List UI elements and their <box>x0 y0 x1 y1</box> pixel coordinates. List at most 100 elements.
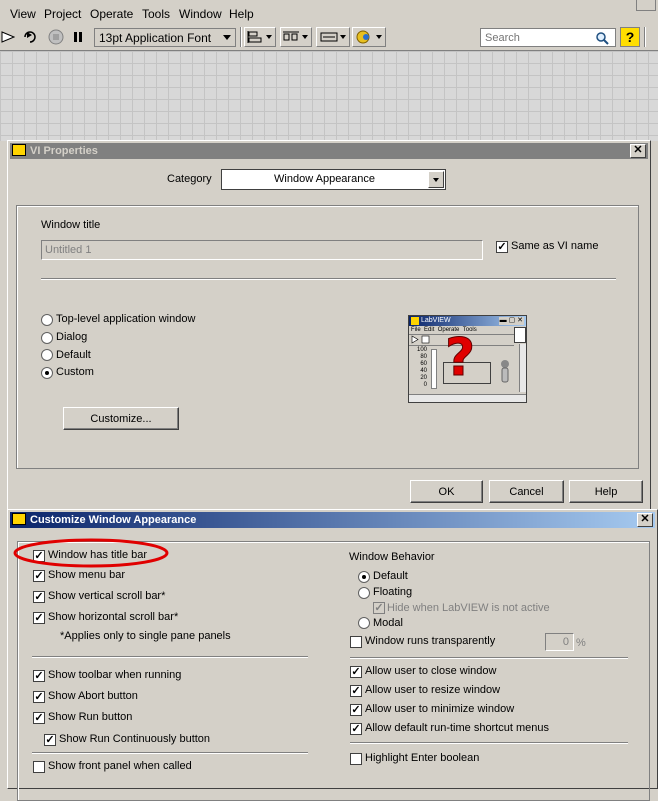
window-behavior-label: Window Behavior <box>349 551 435 563</box>
cancel-button-label: Cancel <box>509 485 544 498</box>
preview-title: LabVIEW <box>421 317 451 324</box>
category-select[interactable]: Window Appearance <box>221 169 446 190</box>
menu-project[interactable]: Project <box>44 7 81 21</box>
menu-help[interactable]: Help <box>229 7 254 21</box>
ok-button[interactable]: OK <box>410 480 483 503</box>
run-continuously-icon[interactable] <box>20 27 42 47</box>
font-select[interactable]: 13pt Application Font <box>94 28 236 47</box>
labview-icon <box>12 513 26 526</box>
single-pane-note: *Applies only to single pane panels <box>60 630 231 642</box>
labview-icon <box>411 317 419 325</box>
transparency-unit: % <box>576 637 586 649</box>
pause-icon[interactable] <box>68 27 88 47</box>
radio-top-level[interactable] <box>41 314 53 326</box>
window-title-label: Window title <box>41 219 101 231</box>
highlight-enter-checkbox[interactable] <box>350 753 362 765</box>
preview-scale: 100 80 60 40 20 0 <box>416 347 427 388</box>
abort-icon[interactable] <box>46 27 66 47</box>
window-title-input[interactable]: Untitled 1 <box>41 240 483 260</box>
transparency-input[interactable]: 0 <box>545 633 574 651</box>
radio-dialog[interactable] <box>41 332 53 344</box>
front-panel-called-label: Show front panel when called <box>48 760 192 772</box>
customize-button[interactable]: Customize... <box>63 407 179 430</box>
help-icon[interactable]: ? <box>620 27 640 47</box>
font-select-value: 13pt Application Font <box>99 31 212 45</box>
horizontal-scroll-checkbox[interactable]: ✓ <box>33 612 45 624</box>
menu-operate[interactable]: Operate <box>90 7 133 21</box>
menu-window[interactable]: Window <box>179 7 222 21</box>
behavior-modal-label: Modal <box>373 617 403 629</box>
menu-bar-checkbox[interactable]: ✓ <box>33 570 45 582</box>
radio-default-label: Default <box>56 349 91 361</box>
toolbar: 13pt Application Font ? <box>0 24 658 51</box>
hide-when-inactive-checkbox[interactable]: ✓ <box>373 602 385 614</box>
radio-custom[interactable] <box>41 367 53 379</box>
radio-dialog-label: Dialog <box>56 331 88 343</box>
menu-bar: View Project Operate Tools Window Help <box>0 0 658 25</box>
radio-custom-label: Custom <box>56 366 94 378</box>
toolbar-running-checkbox[interactable]: ✓ <box>33 670 45 682</box>
vertical-scroll-checkbox[interactable]: ✓ <box>33 591 45 603</box>
question-mark-icon: ? <box>444 328 476 388</box>
shortcut-menus-checkbox[interactable]: ✓ <box>350 723 362 735</box>
menu-view[interactable]: View <box>10 7 36 21</box>
preview-vscrollbar <box>519 344 526 392</box>
resize-objects-icon[interactable] <box>316 27 350 47</box>
behavior-default-label: Default <box>373 570 408 582</box>
window-title-value: Untitled 1 <box>45 244 92 256</box>
behavior-default-radio[interactable] <box>358 571 370 583</box>
vi-properties-titlebar: VI Properties ✕ <box>10 143 648 159</box>
allow-resize-label: Allow user to resize window <box>365 684 501 696</box>
transparent-checkbox[interactable] <box>350 636 362 648</box>
divider <box>32 752 308 754</box>
divider <box>41 278 616 280</box>
close-icon[interactable]: ✕ <box>630 144 646 158</box>
red-highlight-circle <box>13 538 169 568</box>
behavior-floating-radio[interactable] <box>358 587 370 599</box>
category-select-value: Window Appearance <box>274 173 375 185</box>
chevron-down-icon[interactable] <box>428 171 444 188</box>
abort-button-checkbox[interactable]: ✓ <box>33 691 45 703</box>
close-icon[interactable]: ✕ <box>637 513 653 527</box>
same-as-vi-name-label: Same as VI name <box>511 240 599 252</box>
help-button[interactable]: Help <box>569 480 643 503</box>
behavior-modal-radio[interactable] <box>358 617 370 629</box>
highlight-enter-label: Highlight Enter boolean <box>365 752 480 764</box>
allow-minimize-checkbox[interactable]: ✓ <box>350 704 362 716</box>
divider <box>350 742 628 744</box>
vi-properties-title: VI Properties <box>30 145 98 157</box>
divider <box>32 656 308 658</box>
abort-button-label: Show Abort button <box>48 690 138 702</box>
align-objects-icon[interactable] <box>244 27 276 47</box>
cancel-button[interactable]: Cancel <box>489 480 564 503</box>
allow-close-checkbox[interactable]: ✓ <box>350 666 362 678</box>
front-panel-called-checkbox[interactable] <box>33 761 45 773</box>
allow-resize-checkbox[interactable]: ✓ <box>350 685 362 697</box>
run-button-checkbox[interactable]: ✓ <box>33 712 45 724</box>
vertical-scroll-label: Show vertical scroll bar* <box>48 590 166 602</box>
search-icon[interactable] <box>595 31 609 48</box>
reorder-icon[interactable] <box>352 27 386 47</box>
menu-tools[interactable]: Tools <box>142 7 170 21</box>
preview-hscrollbar <box>409 394 526 402</box>
run-continuously-label: Show Run Continuously button <box>59 733 211 745</box>
search-box[interactable] <box>480 28 616 47</box>
window-corner-box <box>636 0 656 11</box>
radio-top-level-label: Top-level application window <box>56 313 196 325</box>
same-as-vi-name-checkbox[interactable]: ✓ <box>496 241 508 253</box>
menu-bar-label: Show menu bar <box>48 569 126 581</box>
chevron-down-icon <box>223 35 231 40</box>
radio-default[interactable] <box>41 349 53 361</box>
transparency-value: 0 <box>562 636 569 648</box>
toolbar-running-label: Show toolbar when running <box>48 669 182 681</box>
distribute-objects-icon[interactable] <box>280 27 312 47</box>
search-input[interactable] <box>481 29 589 46</box>
run-continuously-checkbox[interactable]: ✓ <box>44 734 56 746</box>
help-button-label: Help <box>594 485 618 498</box>
horizontal-scroll-label: Show horizontal scroll bar* <box>48 611 179 623</box>
allow-minimize-label: Allow user to minimize window <box>365 703 515 715</box>
ok-button-label: OK <box>438 485 455 498</box>
customize-button-label: Customize... <box>90 412 152 425</box>
preview-vi-icon <box>514 327 526 343</box>
run-arrow-icon[interactable] <box>0 27 16 47</box>
